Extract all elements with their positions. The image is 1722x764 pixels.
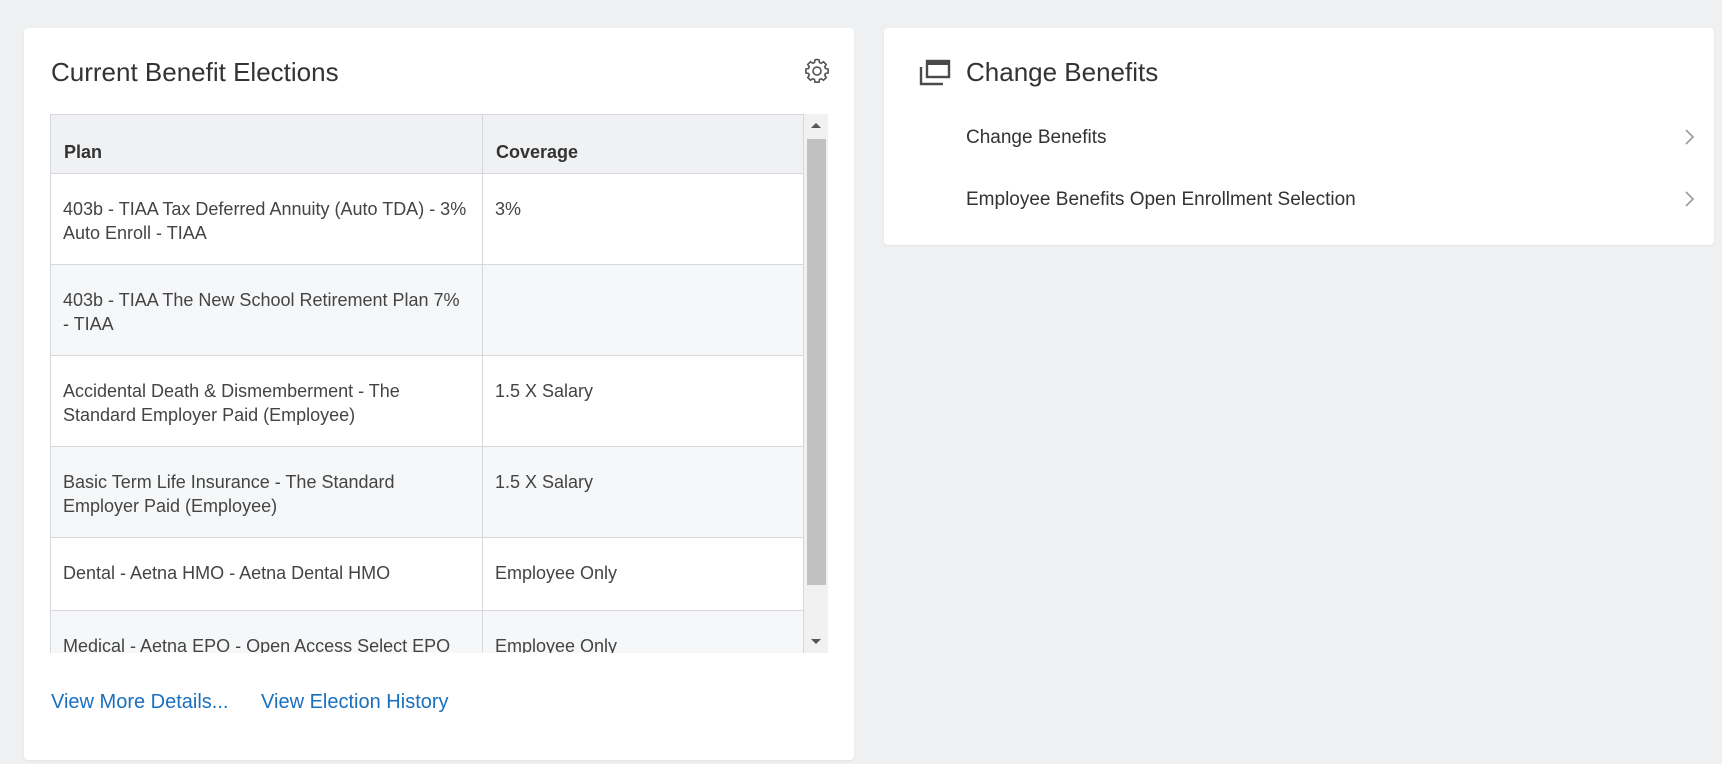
table-scrollbar[interactable]	[804, 114, 828, 653]
card-title: Current Benefit Elections	[51, 57, 339, 87]
column-header-coverage-label: Coverage	[496, 141, 579, 162]
task-change-benefits[interactable]: Change Benefits	[966, 119, 1696, 159]
table-row: 403b - TIAA The New School Retirement Pl…	[50, 264, 804, 356]
card-title: Change Benefits	[966, 57, 1159, 87]
plan-text: Medical - Aetna EPO - Open Access Select…	[63, 636, 451, 653]
view-election-history-link[interactable]: View Election History	[261, 691, 448, 713]
scrollbar-thumb[interactable]	[807, 139, 826, 585]
column-header-plan[interactable]: Plan	[50, 114, 483, 174]
coverage-text	[495, 265, 791, 288]
coverage-cell: 3%	[482, 173, 804, 265]
table-row: 403b - TIAA Tax Deferred Annuity (Auto T…	[50, 173, 804, 265]
task-label: Change Benefits	[966, 127, 1107, 148]
plan-text: Dental - Aetna HMO - Aetna Dental HMO	[63, 563, 391, 583]
gear-icon[interactable]	[802, 56, 832, 86]
table-header-row: Plan Coverage	[50, 114, 804, 174]
table-row: Medical - Aetna EPO - Open Access Select…	[50, 610, 804, 653]
coverage-cell: Employee Only	[482, 610, 804, 653]
scroll-up-arrow-icon[interactable]	[804, 114, 828, 136]
scroll-down-arrow-icon[interactable]	[804, 631, 828, 653]
coverage-text: 1.5 X Salary	[495, 381, 594, 401]
windows-stack-icon	[919, 59, 951, 86]
card-links: View More Details... View Election Histo…	[51, 691, 476, 714]
coverage-text: 3%	[495, 199, 522, 219]
plan-cell: Basic Term Life Insurance - The Standard…	[50, 446, 483, 538]
task-open-enrollment-selection[interactable]: Employee Benefits Open Enrollment Select…	[966, 181, 1696, 221]
table-row: Dental - Aetna HMO - Aetna Dental HMO Em…	[50, 537, 804, 611]
plan-text: 403b - TIAA Tax Deferred Annuity (Auto T…	[63, 199, 467, 243]
coverage-text: Employee Only	[495, 563, 618, 583]
coverage-cell	[482, 264, 804, 356]
view-more-details-link[interactable]: View More Details...	[51, 691, 228, 713]
current-benefit-elections-card: Current Benefit Elections Plan Coverage …	[24, 28, 854, 760]
task-label: Employee Benefits Open Enrollment Select…	[966, 189, 1356, 210]
coverage-cell: Employee Only	[482, 537, 804, 611]
plan-cell: Accidental Death & Dismemberment - The S…	[50, 355, 483, 447]
plan-cell: 403b - TIAA The New School Retirement Pl…	[50, 264, 483, 356]
plan-cell: Medical - Aetna EPO - Open Access Select…	[50, 610, 483, 653]
table-row: Accidental Death & Dismemberment - The S…	[50, 355, 804, 447]
plan-cell: Dental - Aetna HMO - Aetna Dental HMO	[50, 537, 483, 611]
chevron-right-icon	[1685, 129, 1695, 145]
table-row: Basic Term Life Insurance - The Standard…	[50, 446, 804, 538]
coverage-cell: 1.5 X Salary	[482, 446, 804, 538]
plan-text: Basic Term Life Insurance - The Standard…	[63, 472, 395, 516]
coverage-text: 1.5 X Salary	[495, 472, 594, 492]
plan-cell: 403b - TIAA Tax Deferred Annuity (Auto T…	[50, 173, 483, 265]
elections-table-container: Plan Coverage 403b - TIAA Tax Deferred A…	[50, 114, 828, 653]
plan-text: Accidental Death & Dismemberment - The S…	[63, 381, 400, 425]
plan-text: 403b - TIAA The New School Retirement Pl…	[63, 290, 460, 334]
change-benefits-card: Change Benefits Change Benefits Employee…	[884, 28, 1714, 245]
chevron-right-icon	[1685, 191, 1695, 207]
coverage-cell: 1.5 X Salary	[482, 355, 804, 447]
coverage-text: Employee Only	[495, 636, 618, 653]
elections-table: Plan Coverage 403b - TIAA Tax Deferred A…	[50, 114, 804, 653]
column-header-plan-label: Plan	[64, 141, 103, 162]
column-header-coverage[interactable]: Coverage	[482, 114, 804, 174]
